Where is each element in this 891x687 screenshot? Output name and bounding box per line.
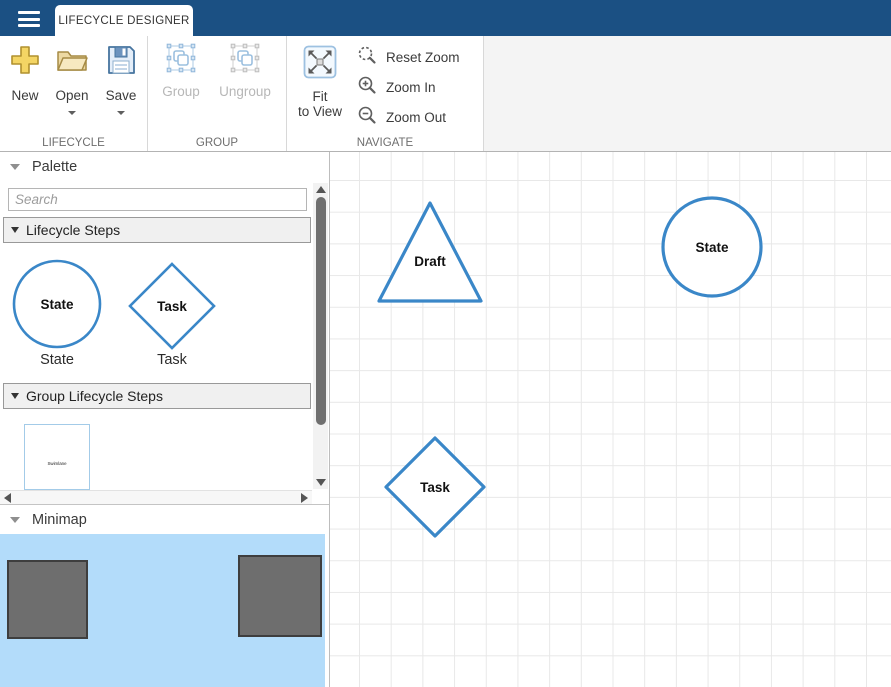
open-dropdown-icon[interactable]	[68, 111, 76, 115]
ribbon-section-navigate: Fit to View Reset Zoom Zoom In	[287, 36, 484, 151]
scroll-up-icon[interactable]	[316, 186, 326, 193]
node-task-diamond[interactable]: Task	[383, 435, 487, 539]
node-draft-triangle[interactable]: Draft	[376, 200, 484, 304]
fit-to-view-label-line2: to View	[298, 104, 342, 119]
palette-item-task[interactable]: Task	[128, 262, 216, 350]
section-label-lifecycle: LIFECYCLE	[0, 137, 147, 149]
palette-vertical-scrollbar[interactable]	[313, 183, 328, 489]
save-button[interactable]: Save	[99, 42, 143, 115]
scroll-right-icon[interactable]	[301, 493, 308, 503]
scroll-down-icon[interactable]	[316, 479, 326, 486]
fit-to-view-label-line1: Fit	[313, 89, 328, 104]
lifecycle-steps-collapse-icon	[11, 227, 19, 233]
zoom-out-label: Zoom Out	[386, 110, 446, 125]
palette-title: Palette	[32, 159, 77, 175]
minimap-collapse-icon[interactable]	[10, 517, 20, 523]
section-label-navigate: NAVIGATE	[287, 137, 483, 149]
ribbon-toolbar: New Open	[0, 36, 891, 152]
zoom-in-label: Zoom In	[386, 80, 436, 95]
palette-collapse-icon[interactable]	[10, 164, 20, 170]
state-caption: State	[12, 352, 102, 368]
palette-item-swimlane[interactable]: Swimlane	[24, 424, 90, 490]
new-button-label: New	[11, 88, 38, 103]
group-button[interactable]: Group	[155, 42, 207, 99]
minimap-node-2[interactable]	[238, 555, 322, 637]
open-folder-icon	[54, 42, 90, 83]
minimap-header[interactable]: Minimap	[0, 504, 329, 534]
title-bar: LIFECYCLE DESIGNER	[0, 0, 891, 36]
save-button-label: Save	[106, 88, 137, 103]
palette-item-state[interactable]: State	[12, 259, 102, 349]
hamburger-menu-icon[interactable]	[10, 7, 48, 31]
reset-zoom-button[interactable]: Reset Zoom	[357, 46, 460, 68]
reset-zoom-icon	[357, 45, 377, 70]
palette-search-input[interactable]	[8, 188, 307, 211]
reset-zoom-label: Reset Zoom	[386, 50, 460, 65]
tab-lifecycle-designer[interactable]: LIFECYCLE DESIGNER	[55, 5, 193, 36]
palette-header[interactable]: Palette	[0, 152, 329, 182]
ribbon-section-group: Group Ungroup GROUP	[148, 36, 287, 151]
group-icon	[165, 42, 197, 79]
section-header-group-lifecycle-steps[interactable]: Group Lifecycle Steps	[3, 383, 311, 409]
scroll-left-icon[interactable]	[4, 493, 11, 503]
group-lifecycle-steps-collapse-icon	[11, 393, 19, 399]
lifecycle-steps-title: Lifecycle Steps	[26, 222, 120, 238]
new-button[interactable]: New	[5, 42, 45, 103]
zoom-out-button[interactable]: Zoom Out	[357, 106, 446, 128]
group-lifecycle-steps-title: Group Lifecycle Steps	[26, 388, 163, 404]
save-floppy-icon	[103, 42, 139, 83]
section-header-lifecycle-steps[interactable]: Lifecycle Steps	[3, 217, 311, 243]
palette-panel: Palette Lifecycle Steps State State Task…	[0, 152, 330, 687]
fit-to-view-icon	[303, 45, 337, 84]
palette-horizontal-scrollbar[interactable]	[0, 490, 312, 504]
ungroup-button-label: Ungroup	[219, 84, 271, 99]
fit-to-view-button[interactable]: Fit to View	[295, 45, 345, 119]
vertical-scroll-thumb[interactable]	[316, 197, 326, 425]
ungroup-button[interactable]: Ungroup	[210, 42, 280, 99]
ungroup-icon	[229, 42, 261, 79]
new-plus-icon	[7, 42, 43, 83]
zoom-out-icon	[357, 105, 377, 130]
diagram-canvas[interactable]: Draft State Task	[330, 152, 891, 687]
minimap[interactable]	[0, 534, 325, 687]
node-state-circle[interactable]: State	[660, 195, 764, 299]
open-button[interactable]: Open	[50, 42, 94, 115]
group-button-label: Group	[162, 84, 200, 99]
minimap-title: Minimap	[32, 512, 87, 528]
minimap-node-1[interactable]	[7, 560, 88, 639]
swimlane-label: Swimlane	[39, 461, 74, 466]
ribbon-section-lifecycle: New Open	[0, 36, 148, 151]
task-caption: Task	[128, 352, 216, 368]
zoom-in-button[interactable]: Zoom In	[357, 76, 436, 98]
section-label-group: GROUP	[148, 137, 286, 149]
open-button-label: Open	[55, 88, 88, 103]
zoom-in-icon	[357, 75, 377, 100]
save-dropdown-icon[interactable]	[117, 111, 125, 115]
